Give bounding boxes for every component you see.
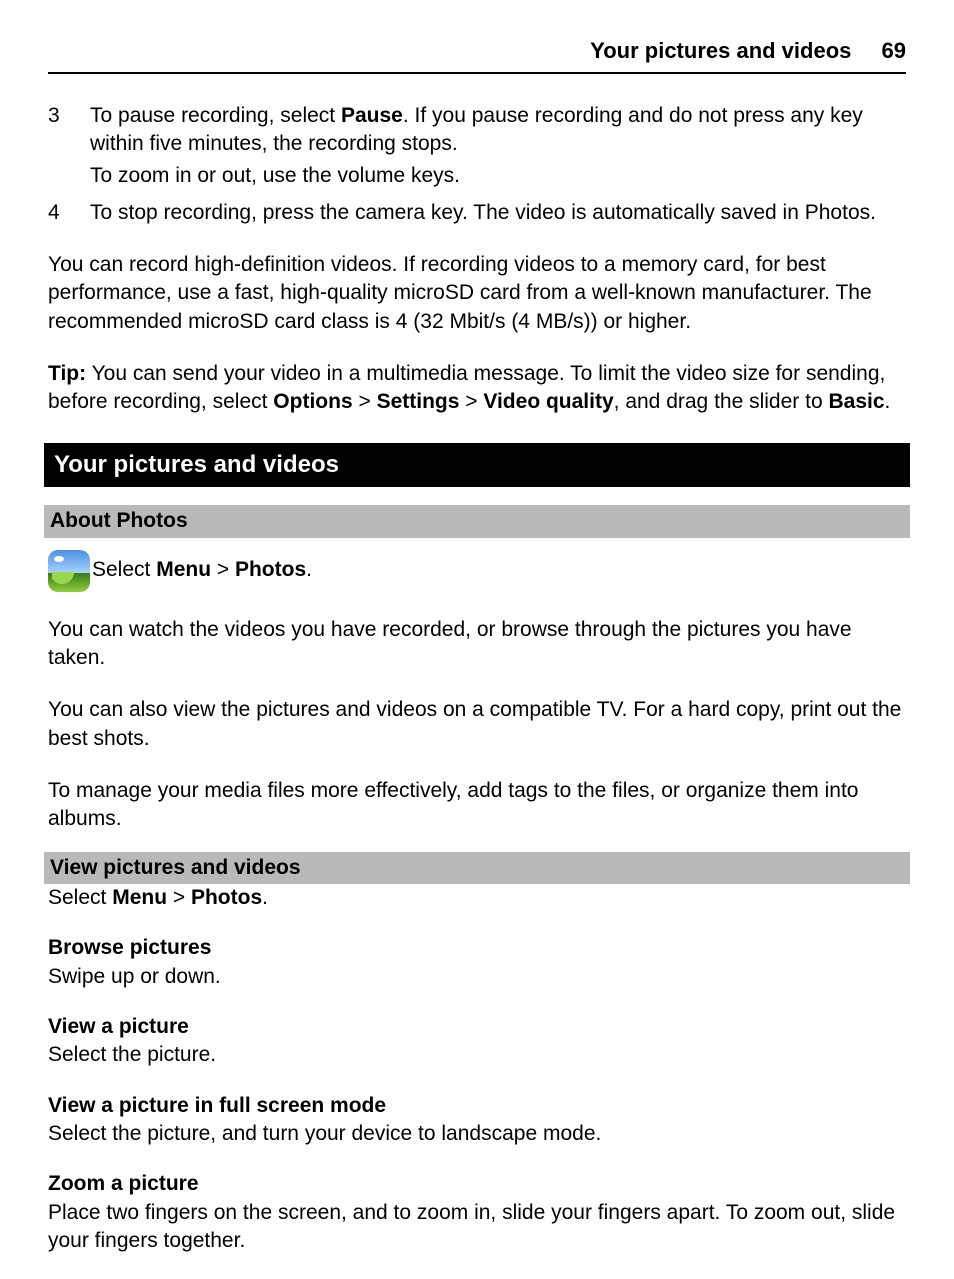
basic-label: Basic <box>828 390 884 413</box>
text: Select <box>48 886 112 909</box>
text: . <box>262 886 268 909</box>
task-title: View a picture <box>48 1013 906 1041</box>
task-zoom: Zoom a picture Place two fingers on the … <box>48 1170 906 1255</box>
task-body: Select the picture. <box>48 1041 906 1069</box>
about-p1: You can watch the videos you have record… <box>48 616 906 673</box>
task-title: Zoom a picture <box>48 1170 906 1198</box>
text: To pause recording, select <box>90 104 341 127</box>
step-4: 4 To stop recording, press the camera ke… <box>48 199 906 227</box>
page-header: Your pictures and videos 69 <box>48 36 906 74</box>
page-number: 69 <box>882 36 906 66</box>
task-body: Place two fingers on the screen, and to … <box>48 1199 906 1256</box>
step-text: To pause recording, select Pause. If you… <box>90 102 906 195</box>
separator: > <box>459 390 483 413</box>
view-select-path: Select Menu > Photos. <box>48 884 906 912</box>
menu-label: Menu <box>112 886 167 909</box>
task-title: View a picture in full screen mode <box>48 1092 906 1120</box>
text: . <box>885 390 891 413</box>
step-number: 3 <box>48 102 90 195</box>
view-heading: View pictures and videos <box>44 852 910 884</box>
task-browse: Browse pictures Swipe up or down. <box>48 934 906 991</box>
separator: > <box>167 886 191 909</box>
step-number: 4 <box>48 199 90 227</box>
text: . <box>306 558 312 581</box>
separator: > <box>353 390 377 413</box>
text: To zoom in or out, use the volume keys. <box>90 162 906 190</box>
tip-paragraph: Tip: You can send your video in a multim… <box>48 360 906 417</box>
photos-label: Photos <box>191 886 262 909</box>
task-title: Browse pictures <box>48 934 906 962</box>
about-photos-heading: About Photos <box>44 505 910 537</box>
text: Select <box>92 558 156 581</box>
menu-label: Menu <box>156 558 211 581</box>
hd-paragraph: You can record high-definition videos. I… <box>48 251 906 336</box>
section-title: Your pictures and videos <box>44 443 910 487</box>
photos-icon <box>48 550 90 592</box>
pause-label: Pause <box>341 104 403 127</box>
photos-label: Photos <box>235 558 306 581</box>
options-label: Options <box>273 390 352 413</box>
separator: > <box>211 558 235 581</box>
task-fullscreen: View a picture in full screen mode Selec… <box>48 1092 906 1149</box>
select-path: Select Menu > Photos. <box>92 556 312 584</box>
task-view-picture: View a picture Select the picture. <box>48 1013 906 1070</box>
about-p2: You can also view the pictures and video… <box>48 696 906 753</box>
settings-label: Settings <box>377 390 460 413</box>
header-title: Your pictures and videos <box>590 38 851 63</box>
task-body: Select the picture, and turn your device… <box>48 1120 906 1148</box>
page: Your pictures and videos 69 3 To pause r… <box>0 0 954 1279</box>
tip-label: Tip: <box>48 362 86 385</box>
video-quality-label: Video quality <box>483 390 613 413</box>
step-3: 3 To pause recording, select Pause. If y… <box>48 102 906 195</box>
about-p3: To manage your media files more effectiv… <box>48 777 906 834</box>
text: , and drag the slider to <box>614 390 829 413</box>
step-text: To stop recording, press the camera key.… <box>90 199 906 227</box>
about-photos-select-row: Select Menu > Photos. <box>48 550 906 592</box>
task-body: Swipe up or down. <box>48 963 906 991</box>
